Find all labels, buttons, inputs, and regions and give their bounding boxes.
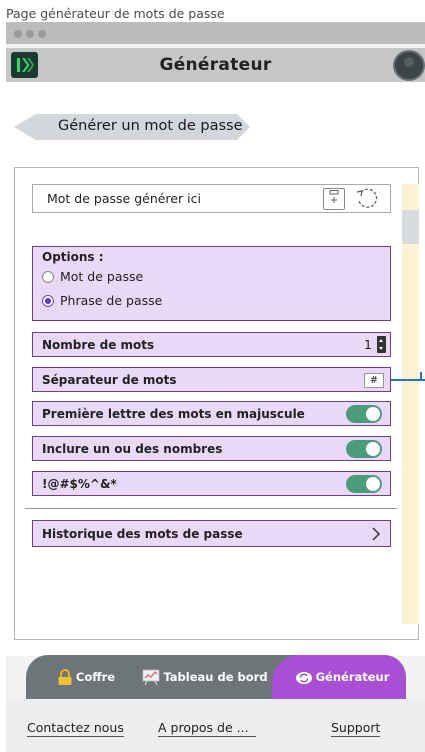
window-dot xyxy=(14,30,22,38)
nav-item-dashboard[interactable]: Tableau de bord xyxy=(138,655,272,699)
history-row[interactable]: Historique des mots de passe xyxy=(32,520,391,547)
window-dot xyxy=(38,30,46,38)
word-count-label: Nombre de mots xyxy=(42,338,155,352)
support-link[interactable]: Support xyxy=(331,720,381,737)
lock-icon xyxy=(58,668,72,685)
radio-label: Mot de passe xyxy=(60,269,144,284)
history-label: Historique des mots de passe xyxy=(42,527,243,541)
page-caption: Page générateur de mots de passe xyxy=(6,6,225,21)
dashboard-icon xyxy=(143,669,160,685)
options-group: Options : Mot de passe Phrase de passe xyxy=(32,246,391,321)
clipboard-icon xyxy=(329,190,339,203)
radio-button[interactable] xyxy=(42,270,54,283)
separator-input[interactable]: # xyxy=(364,373,384,388)
word-count-stepper[interactable] xyxy=(377,336,386,353)
avatar[interactable] xyxy=(393,50,425,81)
about-link[interactable]: A propos de ... xyxy=(158,720,256,737)
uppercase-toggle[interactable] xyxy=(346,405,382,423)
word-count-row: Nombre de mots 1 xyxy=(32,332,391,357)
nav-label: Coffre xyxy=(75,670,116,684)
nav-label: Générateur xyxy=(315,670,390,684)
window-dot xyxy=(26,30,34,38)
regenerate-button[interactable] xyxy=(355,187,379,211)
generated-password-text: Mot de passe générer ici xyxy=(47,191,201,206)
refresh-icon xyxy=(356,188,378,208)
separator-row: Séparateur de mots # xyxy=(32,367,391,392)
toggle-label: !@#$%^&* xyxy=(42,477,117,491)
back-button[interactable]: Générer un mot de passe xyxy=(14,114,250,140)
scrollbar-track[interactable] xyxy=(402,184,419,624)
separator-label: Séparateur de mots xyxy=(42,373,177,387)
radio-passphrase[interactable]: Phrase de passe xyxy=(42,293,162,308)
radio-password[interactable]: Mot de passe xyxy=(42,269,143,284)
numbers-toggle[interactable] xyxy=(346,440,382,458)
app-header: Générateur xyxy=(6,48,425,82)
refresh-cloud-icon xyxy=(295,672,312,684)
window-titlebar xyxy=(6,22,425,44)
toggle-label: Première lettre des mots en majuscule xyxy=(42,407,305,421)
contact-link[interactable]: Contactez nous xyxy=(27,720,124,737)
nav-item-vault[interactable]: Coffre xyxy=(36,655,136,699)
footer: Contactez nous A propos de ... Support xyxy=(6,700,425,752)
toggle-row-numbers: Inclure un ou des nombres xyxy=(32,436,391,461)
symbols-toggle[interactable] xyxy=(346,475,382,493)
nav-label: Tableau de bord xyxy=(163,670,268,684)
options-title: Options : xyxy=(42,250,104,264)
radio-button-selected[interactable] xyxy=(42,294,54,307)
nav-item-generator[interactable]: Générateur xyxy=(278,655,406,699)
toggle-row-symbols: !@#$%^&* xyxy=(32,471,391,496)
word-count-value: 1 xyxy=(364,337,372,352)
chevron-right-icon xyxy=(372,527,381,541)
annotation-tick xyxy=(420,372,422,380)
scrollbar-thumb[interactable] xyxy=(402,210,419,244)
toggle-row-uppercase: Première lettre des mots en majuscule xyxy=(32,401,391,426)
bottom-navigation: Coffre Tableau de bord Générateur xyxy=(26,655,406,699)
radio-label: Phrase de passe xyxy=(60,293,163,308)
header-title: Générateur xyxy=(159,55,272,75)
divider xyxy=(25,508,397,509)
toggle-label: Inclure un ou des nombres xyxy=(42,442,223,456)
generated-password-field[interactable]: Mot de passe générer ici xyxy=(32,184,391,213)
back-button-label: Générer un mot de passe xyxy=(58,118,243,134)
copy-button[interactable] xyxy=(323,188,345,210)
